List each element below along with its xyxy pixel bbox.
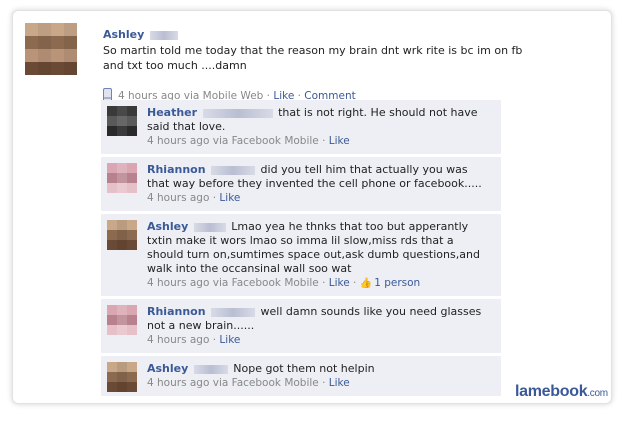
commenter-name-link[interactable]: Ashley <box>147 362 188 375</box>
comment-item: Ashley Nope got them not helpin 4 hours … <box>101 356 501 396</box>
comment-like-link[interactable]: Like <box>219 334 240 346</box>
likes-summary[interactable]: 👍 1 person <box>360 277 420 289</box>
commenter-name-link[interactable]: Rhiannon <box>147 305 206 318</box>
comment-item: Heather that is not right. He should not… <box>101 100 501 154</box>
author-avatar[interactable] <box>25 23 77 75</box>
comment-timestamp[interactable]: 4 hours ago via Facebook Mobile <box>147 135 319 147</box>
thumbs-up-icon: 👍 <box>359 278 373 289</box>
commenter-name-link[interactable]: Heather <box>147 106 197 119</box>
comment-timestamp[interactable]: 4 hours ago via Facebook Mobile <box>147 377 319 389</box>
commenter-avatar[interactable] <box>107 106 137 136</box>
commenter-name-link[interactable]: Ashley <box>147 220 188 233</box>
comment-item: Rhiannon well damn sounds like you need … <box>101 299 501 353</box>
author-name-link[interactable]: Ashley <box>103 28 144 41</box>
comment-meta: 4 hours ago via Facebook Mobile · Like <box>147 135 350 147</box>
watermark-tld: .com <box>587 388 608 399</box>
commenter-avatar[interactable] <box>107 362 137 392</box>
comment-meta: 4 hours ago · Like <box>147 192 241 204</box>
redacted-surname <box>193 364 228 374</box>
redacted-surname <box>211 165 256 175</box>
comment-text: that is not right. He should not have sa… <box>147 106 478 133</box>
comment-meta: 4 hours ago via Facebook Mobile · Like ·… <box>147 277 421 289</box>
post-message: So martin told me today that the reason … <box>103 44 523 72</box>
comment-like-link[interactable]: Like <box>219 192 240 204</box>
post-header: Ashley <box>103 28 180 42</box>
comment-text: Nope got them not helpin <box>233 362 375 375</box>
watermark-brand: lamebook <box>515 383 588 400</box>
comment-like-link[interactable]: Like <box>329 377 350 389</box>
redacted-surname <box>202 108 273 118</box>
comment-like-link[interactable]: Like <box>329 277 350 289</box>
comment-timestamp[interactable]: 4 hours ago via Facebook Mobile <box>147 277 319 289</box>
lamebook-watermark: lamebook.com <box>515 383 608 401</box>
redacted-surname <box>211 307 256 317</box>
commenter-avatar[interactable] <box>107 305 137 335</box>
redacted-surname <box>193 222 226 232</box>
commenter-name-link[interactable]: Rhiannon <box>147 163 206 176</box>
commenter-avatar[interactable] <box>107 163 137 193</box>
comment-meta: 4 hours ago via Facebook Mobile · Like <box>147 377 350 389</box>
comment-timestamp[interactable]: 4 hours ago <box>147 334 209 346</box>
comment-item: Rhiannon did you tell him that actually … <box>101 157 501 211</box>
comment-item: Ashley Lmao yea he thnks that too but ap… <box>101 214 501 296</box>
comment-timestamp[interactable]: 4 hours ago <box>147 192 209 204</box>
comment-like-link[interactable]: Like <box>329 135 350 147</box>
redacted-surname <box>149 30 178 40</box>
commenter-avatar[interactable] <box>107 220 137 250</box>
story-card: Ashley So martin told me today that the … <box>12 10 612 404</box>
likes-count: 1 person <box>374 277 421 289</box>
comment-meta: 4 hours ago · Like <box>147 334 241 346</box>
